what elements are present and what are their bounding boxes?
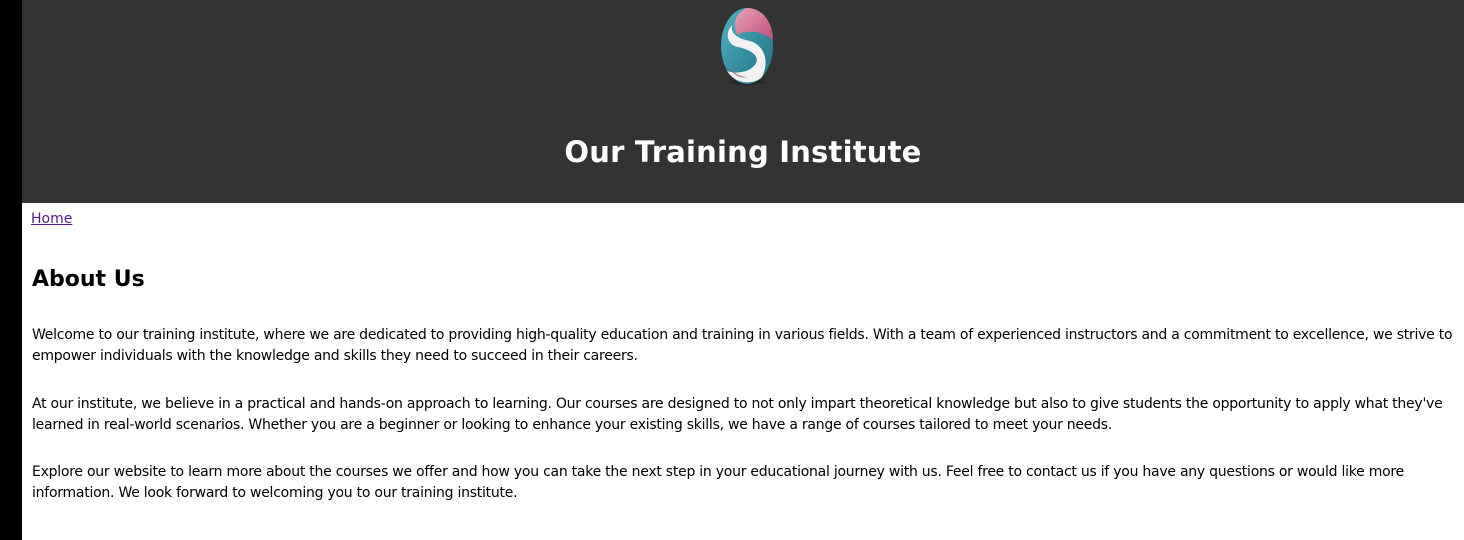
site-header: Our Training Institute xyxy=(22,0,1464,203)
page: Our Training Institute Home About Us Wel… xyxy=(22,0,1464,540)
home-link[interactable]: Home xyxy=(31,211,72,227)
breadcrumb: Home xyxy=(31,209,72,229)
about-paragraph-1: Welcome to our training institute, where… xyxy=(32,327,1453,364)
about-heading: About Us xyxy=(32,267,145,292)
site-title: Our Training Institute xyxy=(564,135,922,169)
swirl-s-logo-icon xyxy=(721,8,773,86)
about-paragraph-3: Explore our website to learn more about … xyxy=(32,464,1404,501)
about-paragraph-2: At our institute, we believe in a practi… xyxy=(32,396,1443,433)
